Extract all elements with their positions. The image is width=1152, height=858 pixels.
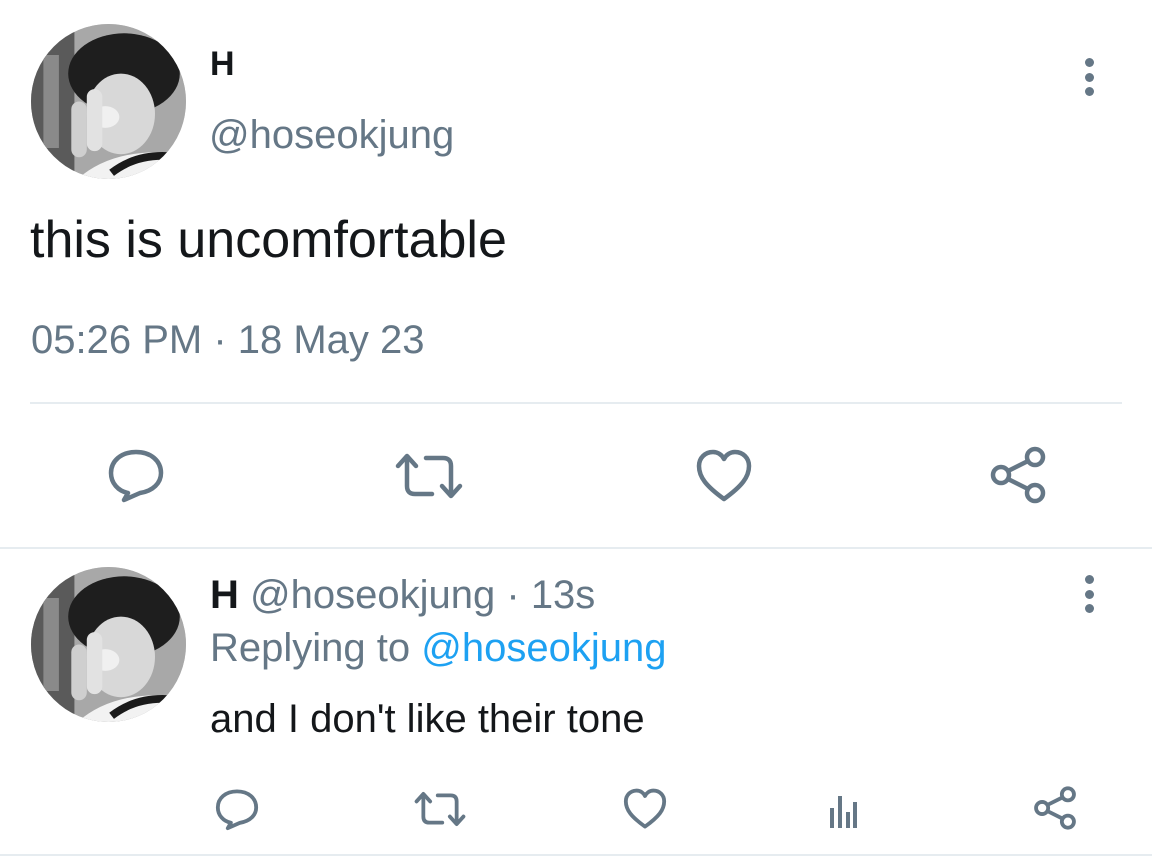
display-name[interactable]: H (210, 44, 235, 84)
profile-photo (31, 24, 186, 179)
reply-time[interactable]: 13s (531, 573, 596, 617)
like-icon[interactable] (622, 787, 668, 831)
separator: · (506, 573, 520, 617)
avatar[interactable] (31, 24, 186, 179)
reply-icon[interactable] (106, 447, 166, 503)
user-handle[interactable]: @hoseokjung (209, 112, 454, 158)
reply-text: and I don't like their tone (210, 697, 645, 741)
tweet-timestamp: 05:26 PM · 18 May 23 (31, 318, 425, 362)
divider (0, 854, 1152, 856)
retweet-icon[interactable] (412, 789, 468, 829)
retweet-icon[interactable] (392, 450, 466, 502)
divider (30, 402, 1122, 404)
tweet-text: this is uncomfortable (30, 211, 507, 269)
share-icon[interactable] (1032, 786, 1078, 830)
more-options-icon[interactable] (1083, 575, 1095, 613)
reply-icon[interactable] (214, 787, 260, 831)
display-name[interactable]: H (210, 573, 239, 617)
replying-to: Replying to @hoseokjung (210, 625, 666, 671)
user-handle[interactable]: @hoseokjung (250, 573, 495, 617)
avatar[interactable] (31, 567, 186, 722)
profile-photo (31, 567, 186, 722)
analytics-icon[interactable] (829, 790, 857, 828)
divider (0, 547, 1152, 549)
like-icon[interactable] (694, 448, 754, 504)
more-options-icon[interactable] (1083, 58, 1095, 96)
reply-header: H @hoseokjung · 13s (210, 572, 595, 618)
share-icon[interactable] (988, 446, 1048, 504)
replying-to-handle[interactable]: @hoseokjung (421, 626, 666, 670)
replying-to-label: Replying to (210, 626, 411, 670)
